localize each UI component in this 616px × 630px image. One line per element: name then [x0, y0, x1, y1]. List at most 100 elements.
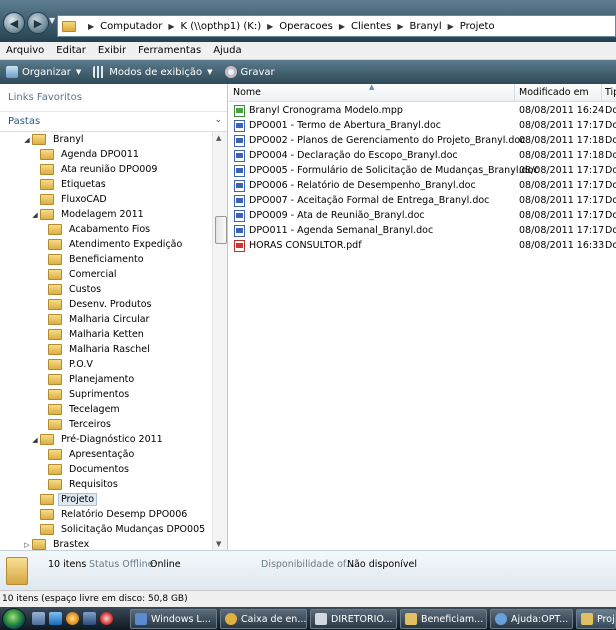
folders-header[interactable]: Pastas ⌄ — [0, 112, 227, 132]
menu-item-arquivo[interactable]: Arquivo — [0, 45, 50, 56]
expanded-arrow-icon[interactable]: ◢ — [30, 436, 40, 444]
tree-item[interactable]: Relatório Desemp DPO006 — [30, 507, 190, 522]
taskbar-button-diretorio[interactable]: DIRETORIO... — [310, 609, 397, 629]
folder-icon — [48, 404, 62, 415]
file-row[interactable]: DPO009 - Ata de Reunião_Branyl.doc 08/08/… — [229, 209, 616, 224]
tree-item[interactable]: Solicitação Mudanças DPO005 — [30, 522, 208, 537]
folder-icon — [32, 134, 46, 145]
tree-item[interactable]: Suprimentos — [38, 387, 132, 402]
availability-value: Não disponível — [347, 559, 417, 570]
tree-item[interactable]: Malharia Raschel — [38, 342, 153, 357]
file-name: DPO001 - Termo de Abertura_Branyl.doc — [249, 120, 441, 131]
chevron-right-icon[interactable]: ▶ — [168, 22, 174, 31]
recent-pages-dropdown[interactable]: ▼ — [49, 16, 55, 25]
tree-item[interactable]: Malharia Ketten — [38, 327, 147, 342]
file-name: Branyl Cronograma Modelo.mpp — [249, 105, 403, 116]
tree-item[interactable]: Comercial — [38, 267, 120, 282]
switch-windows-icon[interactable] — [49, 612, 62, 625]
file-row[interactable]: DPO001 - Termo de Abertura_Branyl.doc 08/… — [229, 119, 616, 134]
tree-item[interactable]: Atendimento Expedição — [38, 237, 185, 252]
tree-item[interactable]: Desenv. Produtos — [38, 297, 155, 312]
tree-item[interactable]: Malharia Circular — [38, 312, 152, 327]
column-header-name[interactable]: Nome — [233, 87, 261, 98]
chevron-right-icon[interactable]: ▶ — [339, 22, 345, 31]
file-modified: 08/08/2011 16:33 — [519, 240, 605, 251]
file-row[interactable]: DPO007 - Aceitação Formal de Entrega_Bra… — [229, 194, 616, 209]
menu-item-editar[interactable]: Editar — [50, 45, 92, 56]
file-row[interactable]: DPO005 - Formulário de Solicitação de Mu… — [229, 164, 616, 179]
tree-item[interactable]: Etiquetas — [30, 177, 109, 192]
chevron-right-icon[interactable]: ▶ — [267, 22, 273, 31]
column-divider[interactable] — [514, 84, 515, 102]
breadcrumb-item[interactable]: Computador — [100, 21, 162, 32]
tree-item[interactable]: Apresentação — [38, 447, 137, 462]
breadcrumb-item[interactable]: Projeto — [460, 21, 495, 32]
burn-button[interactable]: Gravar — [219, 60, 281, 84]
help-icon — [495, 613, 507, 625]
expanded-arrow-icon[interactable]: ◢ — [22, 136, 32, 144]
doc-icon — [234, 195, 245, 207]
tree-item[interactable]: Planejamento — [38, 372, 137, 387]
chevron-right-icon[interactable]: ▶ — [448, 22, 454, 31]
tree-item[interactable]: Agenda DPO011 — [30, 147, 142, 162]
tree-item[interactable]: FluxoCAD — [30, 192, 110, 207]
file-row[interactable]: Branyl Cronograma Modelo.mpp 08/08/2011 1… — [229, 104, 616, 119]
chevron-right-icon[interactable]: ▶ — [397, 22, 403, 31]
views-button[interactable]: Modos de exibição ▼ — [87, 60, 218, 84]
tree-item[interactable]: Custos — [38, 282, 104, 297]
file-row[interactable]: HORAS CONSULTOR.pdf 08/08/2011 16:33 Do — [229, 239, 616, 254]
tree-item[interactable]: Acabamento Fios — [38, 222, 153, 237]
taskbar-button-inbox[interactable]: Caixa de en... — [220, 609, 307, 629]
favorite-links-header[interactable]: Links Favoritos — [0, 84, 227, 112]
column-divider[interactable] — [601, 84, 602, 102]
tree-item[interactable]: ◢ Branyl — [22, 132, 87, 147]
breadcrumb-item[interactable]: Branyl — [409, 21, 441, 32]
quicklaunch-app-icon[interactable] — [100, 612, 113, 625]
menu-item-exibir[interactable]: Exibir — [92, 45, 132, 56]
taskbar-button-projeto[interactable]: Proje — [576, 609, 616, 629]
tree-item[interactable]: P.O.V — [38, 357, 96, 372]
tree-scrollbar[interactable]: ▲ ▼ — [212, 132, 227, 550]
browser-icon[interactable] — [66, 612, 79, 625]
show-desktop-icon[interactable] — [32, 612, 45, 625]
menu-item-ajuda[interactable]: Ajuda — [207, 45, 247, 56]
scroll-down-icon[interactable]: ▼ — [216, 540, 221, 548]
column-header-type[interactable]: Tipo — [605, 87, 616, 98]
breadcrumb[interactable]: ▶ Computador ▶ K (\\opthp1) (K:) ▶ Opera… — [57, 15, 616, 37]
taskbar-button-beneficiamento[interactable]: Beneficiam... — [400, 609, 487, 629]
scroll-up-icon[interactable]: ▲ — [216, 134, 221, 142]
folder-icon — [48, 374, 62, 385]
back-button[interactable]: ◀ — [3, 12, 25, 34]
taskbar-button-windows-live[interactable]: Windows L... — [130, 609, 217, 629]
taskbar-button-ajuda[interactable]: Ajuda:OPT... — [490, 609, 573, 629]
tree-item[interactable]: Beneficiamento — [38, 252, 147, 267]
file-row[interactable]: DPO004 - Declaração do Escopo_Branyl.doc… — [229, 149, 616, 164]
file-row[interactable]: DPO006 - Relatório de Desempenho_Branyl.… — [229, 179, 616, 194]
breadcrumb-item[interactable]: Clientes — [351, 21, 391, 32]
file-row[interactable]: DPO002 - Planos de Gerenciamento do Proj… — [229, 134, 616, 149]
file-row[interactable]: DPO011 - Agenda Semanal_Branyl.doc 08/08/… — [229, 224, 616, 239]
scrollbar-thumb[interactable] — [215, 216, 227, 244]
chevron-down-icon[interactable]: ⌄ — [214, 115, 222, 125]
tree-item[interactable]: ◢ Modelagem 2011 — [30, 207, 147, 222]
tree-item[interactable]: Documentos — [38, 462, 132, 477]
column-header-modified[interactable]: Modificado em — [519, 87, 589, 98]
tree-item[interactable]: Terceiros — [38, 417, 114, 432]
tree-item[interactable]: Projeto — [30, 492, 98, 507]
folder-icon — [48, 269, 62, 280]
tree-item[interactable]: ▷ Brastex — [22, 537, 92, 550]
expanded-arrow-icon[interactable]: ◢ — [30, 211, 40, 219]
start-button[interactable] — [2, 608, 26, 630]
outlook-icon[interactable] — [83, 612, 96, 625]
tree-item[interactable]: Tecelagem — [38, 402, 123, 417]
forward-button[interactable]: ▶ — [27, 12, 49, 34]
breadcrumb-item[interactable]: Operacoes — [279, 21, 333, 32]
organize-button[interactable]: Organizar ▼ — [0, 60, 87, 84]
tree-item[interactable]: ◢ Pré-Diagnóstico 2011 — [30, 432, 166, 447]
tree-item[interactable]: Ata reunião DPO009 — [30, 162, 160, 177]
menu-item-ferramentas[interactable]: Ferramentas — [132, 45, 207, 56]
tree-item[interactable]: Requisitos — [38, 477, 121, 492]
chevron-right-icon[interactable]: ▶ — [88, 22, 94, 31]
breadcrumb-item[interactable]: K (\\opthp1) (K:) — [180, 21, 261, 32]
collapsed-arrow-icon[interactable]: ▷ — [22, 541, 32, 549]
